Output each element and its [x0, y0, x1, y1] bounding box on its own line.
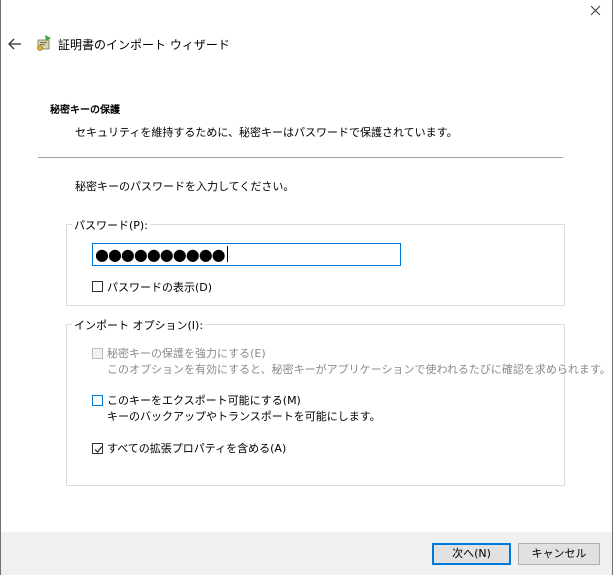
- password-group-label: パスワード(P):: [72, 217, 150, 233]
- import-options-label: インポート オプション(I):: [72, 317, 206, 333]
- text-caret: [226, 246, 228, 262]
- exportable-description: キーのバックアップやトランスポートを可能にします。: [107, 410, 381, 423]
- window-title: 証明書のインポート ウィザード: [58, 38, 230, 52]
- next-button[interactable]: 次へ(N): [432, 543, 511, 565]
- close-icon[interactable]: [586, 2, 606, 20]
- section-subtitle: セキュリティを維持するために、秘密キーはパスワードで保護されています。: [75, 126, 458, 139]
- strong-protection-label: 秘密キーの保護を強力にする(E): [107, 347, 266, 360]
- strong-protection-description: このオプションを有効にすると、秘密キーがアプリケーションで使われるたびに確認を求…: [107, 363, 611, 376]
- show-password-label[interactable]: パスワードの表示(D): [107, 279, 212, 295]
- header-divider: [38, 157, 563, 158]
- password-value: ●●●●●●●●●●: [95, 245, 226, 264]
- strong-protection-checkbox[interactable]: [92, 348, 103, 359]
- exportable-checkbox[interactable]: [92, 395, 103, 406]
- password-field[interactable]: ●●●●●●●●●●: [92, 243, 401, 266]
- cancel-button[interactable]: キャンセル: [518, 543, 600, 565]
- section-title: 秘密キーの保護: [50, 105, 120, 116]
- extended-properties-checkbox[interactable]: [92, 443, 103, 454]
- extended-properties-label[interactable]: すべての拡張プロパティを含める(A): [107, 440, 286, 456]
- back-arrow-icon[interactable]: [7, 36, 23, 52]
- show-password-checkbox[interactable]: [92, 281, 103, 292]
- checkmark-icon: [94, 446, 103, 453]
- certificate-wizard-icon: [35, 34, 53, 52]
- exportable-label[interactable]: このキーをエクスポート可能にする(M): [107, 392, 301, 408]
- password-prompt: 秘密キーのパスワードを入力してください。: [75, 180, 295, 193]
